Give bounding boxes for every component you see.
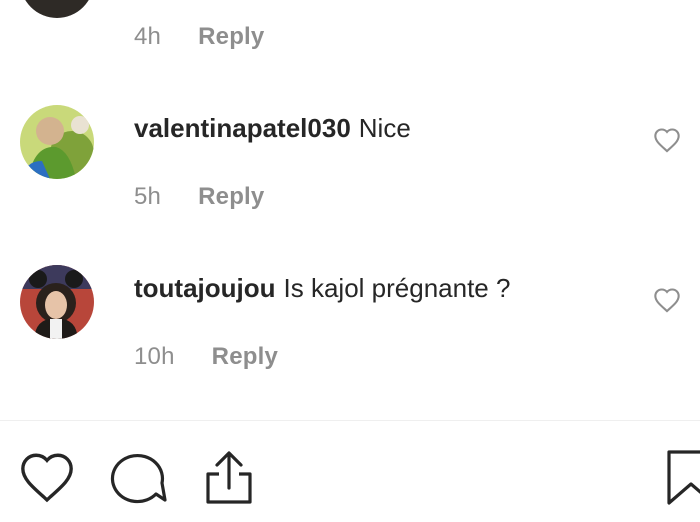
like-heart-icon[interactable] [653, 287, 681, 313]
comment-text: Is kajol prégnante ? [283, 273, 511, 303]
avatar[interactable] [20, 0, 94, 18]
save-button[interactable] [666, 450, 700, 506]
avatar-image [20, 105, 94, 179]
comment-username[interactable]: valentinapatel030 [134, 113, 351, 143]
comment-timestamp: 4h [134, 23, 162, 50]
comment-meta: 4h Reply [134, 22, 264, 52]
reply-button[interactable]: Reply [198, 183, 264, 211]
share-button[interactable] [202, 450, 258, 506]
avatar-image [20, 265, 94, 339]
divider [0, 420, 700, 421]
comment-icon [110, 453, 167, 504]
comment-meta: 5h Reply [134, 182, 264, 212]
comment-meta: 10h Reply [134, 342, 278, 372]
avatar[interactable] [20, 105, 94, 179]
like-button[interactable] [18, 450, 78, 506]
comment-button[interactable] [108, 450, 170, 506]
comment-line: valentinapatel030 Nice [134, 113, 411, 143]
like-heart-icon[interactable] [653, 127, 681, 153]
comment-timestamp: 10h [134, 343, 175, 370]
reply-button[interactable]: Reply [212, 343, 278, 371]
share-icon [206, 451, 252, 504]
comment-username[interactable]: toutajoujou [134, 273, 276, 303]
comment-timestamp: 5h [134, 183, 162, 210]
reply-button[interactable]: Reply [198, 23, 264, 51]
comment-text: Nice [358, 113, 411, 143]
bookmark-icon [667, 450, 700, 505]
comment-item: valentinapatel030 Nice 5h Reply [0, 105, 700, 215]
heart-icon [21, 453, 73, 503]
comment-line: toutajoujou Is kajol prégnante ? [134, 273, 510, 303]
comment-item: toutajoujou Is kajol prégnante ? 10h Repl… [0, 265, 700, 375]
avatar[interactable] [20, 265, 94, 339]
